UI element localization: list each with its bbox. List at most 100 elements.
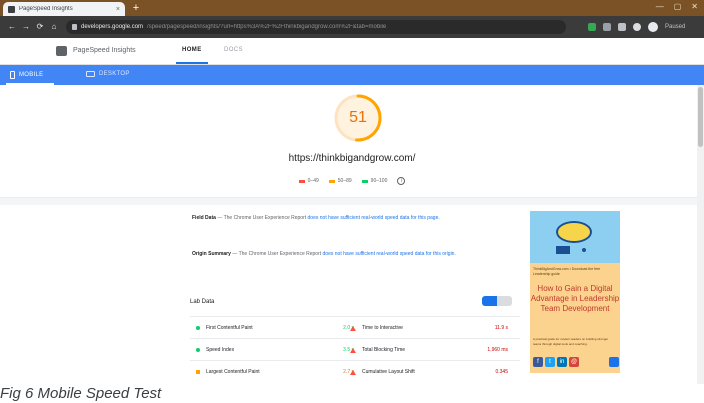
score-section: 51 https://thinkbigandgrow.com/ 0–49 50–… (0, 85, 704, 197)
metric-speed-index: Speed Index 3.5 s (196, 346, 358, 354)
legend-item-fail: 0–49 (298, 178, 319, 184)
origin-summary-text: — The Chrome User Experience Report (232, 251, 322, 257)
tab-home[interactable]: HOME (182, 47, 202, 53)
legend-label: 0–49 (307, 178, 319, 184)
legend-label: 90–100 (370, 178, 388, 184)
email-icon[interactable]: @ (569, 357, 579, 367)
favicon-icon (8, 5, 15, 13)
legend-marker (298, 179, 305, 183)
field-data-link[interactable]: does not have sufficient real-world spee… (308, 215, 440, 221)
browser-tab[interactable]: PageSpeed Insights × (3, 2, 125, 16)
legend-marker (328, 179, 335, 183)
metric-name: Largest Contentful Paint (206, 369, 260, 375)
browser-tab-strip: PageSpeed Insights × + — ▢ ✕ (0, 0, 704, 16)
legend-item-pass: 90–100 (361, 178, 388, 184)
url-host: developers.google.com (81, 24, 144, 30)
desktop-icon (86, 71, 95, 77)
ad-banner (530, 211, 620, 263)
extension-icon[interactable] (633, 23, 641, 31)
metric-name: First Contentful Paint (206, 325, 253, 331)
tab-mobile-label: MOBILE (19, 72, 44, 78)
ad-headline: How to Gain a Digital Advantage in Leade… (530, 284, 620, 313)
browser-toolbar: ← → ⟳ ⌂ developers.google.com /speed/pag… (0, 16, 704, 38)
reload-icon[interactable]: ⟳ (34, 21, 46, 33)
field-data-title: Field Data (192, 215, 216, 221)
phone-icon (10, 71, 15, 79)
metric-time-to-interactive: Time to Interactive 11.9 s (350, 324, 512, 332)
tab-desktop[interactable]: DESKTOP (86, 71, 130, 77)
address-bar[interactable]: developers.google.com /speed/pagespeed/i… (66, 20, 566, 34)
ad-button[interactable] (556, 246, 570, 254)
legend-item-average: 50–89 (328, 178, 352, 184)
psi-header: PageSpeed Insights HOME DOCS (0, 38, 704, 65)
ad-footer-text: A practical guide for modern leaders on … (533, 337, 609, 346)
metric-name: Cumulative Layout Shift (362, 369, 415, 375)
ad-logo-icon (556, 221, 592, 243)
metric-name: Speed Index (206, 347, 235, 353)
status-pass-icon (196, 348, 200, 352)
window-controls: — ▢ ✕ (656, 2, 698, 11)
home-icon[interactable]: ⌂ (48, 21, 60, 33)
metric-largest-contentful-paint: Largest Contentful Paint 2.7 s (196, 368, 358, 376)
tested-url: https://thinkbigandgrow.com/ (288, 153, 416, 164)
metrics-view-toggle[interactable] (482, 296, 512, 306)
scrollbar-thumb[interactable] (698, 87, 703, 147)
minimize-icon[interactable]: — (656, 2, 664, 11)
metric-row: First Contentful Paint 2.0 s Time to Int… (190, 316, 520, 338)
device-tab-bar: MOBILE DESKTOP (0, 65, 704, 85)
field-data-text: — The Chrome User Experience Report (217, 215, 307, 221)
lab-data-title: Lab Data (190, 299, 215, 305)
score-legend: 0–49 50–89 90–100 i (0, 177, 704, 185)
figure-caption: Fig 6 Mobile Speed Test (0, 384, 704, 403)
psi-title: PageSpeed Insights (73, 47, 136, 54)
info-icon[interactable]: i (397, 177, 406, 185)
field-data-section: Field Data — The Chrome User Experience … (192, 214, 492, 222)
share-icon[interactable] (609, 357, 619, 367)
twitter-icon[interactable]: t (545, 357, 555, 367)
status-average-icon (196, 370, 200, 374)
tab-mobile[interactable]: MOBILE (10, 71, 43, 79)
tab-docs[interactable]: DOCS (224, 47, 243, 53)
status-fail-icon (350, 369, 356, 375)
ad-dot-icon (582, 248, 586, 252)
toggle-compact[interactable] (482, 296, 497, 306)
extension-icon[interactable] (588, 23, 596, 31)
toggle-expanded[interactable] (497, 296, 512, 306)
sidebar-ad[interactable]: ThinkBigAndGrow.com • Download the free … (530, 211, 620, 373)
status-pass-icon (196, 326, 200, 330)
tab-close-icon[interactable]: × (116, 6, 120, 13)
back-icon[interactable]: ← (6, 21, 18, 33)
origin-summary-link[interactable]: does not have sufficient real-world spee… (323, 251, 456, 257)
metric-total-blocking-time: Total Blocking Time 1,960 ms (350, 346, 512, 354)
section-divider (0, 197, 704, 205)
legend-marker (361, 179, 368, 183)
legend-label: 50–89 (337, 178, 352, 184)
facebook-icon[interactable]: f (533, 357, 543, 367)
ad-small-text: ThinkBigAndGrow.com • Download the free … (533, 267, 601, 276)
profile-status: Paused (665, 24, 686, 30)
metric-name: Total Blocking Time (362, 347, 406, 353)
profile-avatar[interactable] (648, 22, 658, 32)
active-tab-indicator (176, 62, 208, 64)
linkedin-icon[interactable]: in (557, 357, 567, 367)
metric-value: 1,960 ms (487, 347, 508, 353)
ad-social-links: f t in @ (533, 357, 579, 367)
lock-icon (72, 24, 77, 30)
maximize-icon[interactable]: ▢ (674, 2, 682, 11)
metric-value: 11.9 s (494, 325, 508, 331)
close-window-icon[interactable]: ✕ (691, 2, 698, 11)
status-fail-icon (350, 347, 356, 353)
extensions-area: Paused (588, 22, 685, 32)
extension-icon[interactable] (603, 23, 611, 31)
extension-icon[interactable] (618, 23, 626, 31)
forward-icon[interactable]: → (20, 21, 32, 33)
metric-name: Time to Interactive (362, 325, 403, 331)
new-tab-button[interactable]: + (130, 2, 142, 14)
psi-logo-icon (56, 46, 67, 56)
origin-summary-section: Origin Summary — The Chrome User Experie… (192, 250, 492, 258)
url-path: /speed/pagespeed/insights/?url=https%3A%… (147, 24, 387, 30)
metric-row: Speed Index 3.5 s Total Blocking Time 1,… (190, 338, 520, 360)
tab-title: PageSpeed Insights (19, 6, 73, 12)
metric-value: 0.345 (495, 369, 508, 375)
performance-score: 51 (349, 109, 367, 126)
